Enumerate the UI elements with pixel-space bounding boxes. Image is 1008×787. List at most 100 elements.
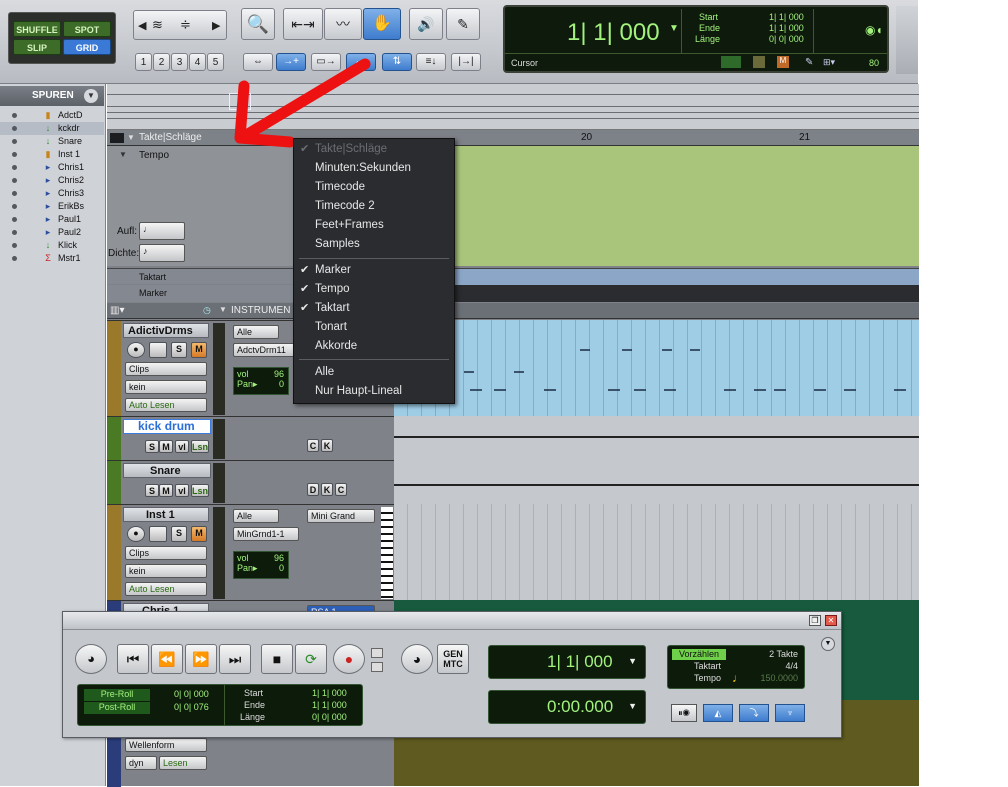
keyboard-focus-icon[interactable]: |→| bbox=[451, 53, 481, 71]
transport-menu-icon[interactable]: ▼ bbox=[821, 637, 835, 651]
return-to-zero-icon[interactable]: ⏮ bbox=[117, 644, 149, 674]
column-menu-icon[interactable]: ▼ bbox=[219, 305, 227, 314]
track-show-dot-icon[interactable] bbox=[12, 217, 17, 222]
inst1-monitor-button[interactable] bbox=[149, 526, 167, 542]
grid-icon[interactable]: ⊞▾ bbox=[823, 57, 835, 68]
go-to-end-icon[interactable]: ⏭ bbox=[219, 644, 251, 674]
fast-forward-icon[interactable]: ⏩ bbox=[185, 644, 217, 674]
zoom-preset-2[interactable]: 2 bbox=[153, 53, 170, 71]
snare-mute-button[interactable]: M bbox=[159, 484, 173, 497]
main-counter[interactable]: 1| 1| 000 bbox=[567, 19, 660, 47]
link-track-edit-icon[interactable]: ⇅ bbox=[382, 53, 412, 71]
trim-tool-icon[interactable]: ⇤⇥ bbox=[283, 8, 323, 40]
speaker-icon[interactable]: ◉◖ bbox=[865, 23, 883, 37]
track-name-kick-drum[interactable]: kick drum bbox=[123, 419, 211, 434]
sidebar-track-item[interactable]: ▮ Inst 1 bbox=[0, 148, 104, 161]
meter-ruler[interactable]: Taktart bbox=[107, 268, 919, 285]
preroll-toggle[interactable]: Pre-Roll bbox=[84, 689, 150, 701]
m-icon[interactable]: M bbox=[777, 56, 789, 68]
main-ruler[interactable]: ▼ Takte|Schläge 20 21 bbox=[107, 130, 919, 146]
menu-item-takte-schlaege[interactable]: ✔ Takte|Schläge bbox=[294, 140, 454, 159]
postroll-value[interactable]: 0| 0| 076 bbox=[174, 702, 209, 712]
sidebar-track-item[interactable]: ▸ Chris2 bbox=[0, 174, 104, 187]
track-show-dot-icon[interactable] bbox=[12, 191, 17, 196]
density-select[interactable]: ♪ bbox=[139, 244, 185, 262]
menu-item-akkorde[interactable]: Akkorde bbox=[294, 337, 454, 356]
window-close-icon[interactable]: ✕ bbox=[825, 615, 837, 626]
shuffle-mode-button[interactable]: SHUFFLE bbox=[13, 21, 61, 37]
track-view-select[interactable]: Clips bbox=[125, 362, 207, 376]
snare-insert-k[interactable]: K bbox=[321, 483, 333, 496]
sync-online-icon[interactable]: ◕ bbox=[401, 644, 433, 674]
sidebar-track-item[interactable]: ↓ kckdr bbox=[0, 122, 104, 135]
transport-length-value[interactable]: 0| 0| 000 bbox=[312, 712, 347, 722]
inst1-solo-button[interactable]: S bbox=[171, 526, 187, 542]
kick-mute-button[interactable]: M bbox=[159, 440, 173, 453]
count-off-value[interactable]: 2 Takte bbox=[769, 649, 798, 659]
inst1-clip-area[interactable] bbox=[394, 504, 919, 600]
volume-pan-display[interactable]: vol 96 Pan▸ 0 bbox=[233, 367, 289, 395]
online-button-icon[interactable]: ◕ bbox=[75, 644, 107, 674]
sidebar-track-item[interactable]: Σ Mstr1 bbox=[0, 252, 104, 265]
postroll-toggle[interactable]: Post-Roll bbox=[84, 702, 150, 714]
menu-item-tempo[interactable]: ✔ Tempo bbox=[294, 280, 454, 299]
stop-icon[interactable]: ■ bbox=[261, 644, 293, 674]
kick-solo-button[interactable]: S bbox=[145, 440, 159, 453]
waveform-zoom-icon[interactable]: ≋ bbox=[152, 17, 163, 33]
menu-item-tonart[interactable]: Tonart bbox=[294, 318, 454, 337]
inst1-volume-pan-display[interactable]: vol 96 Pan▸ 0 bbox=[233, 551, 289, 579]
track-show-dot-icon[interactable] bbox=[12, 139, 17, 144]
tempo-value[interactable]: 150.0000 bbox=[760, 673, 798, 683]
zoom-preset-3[interactable]: 3 bbox=[171, 53, 188, 71]
track-show-dot-icon[interactable] bbox=[12, 256, 17, 261]
menu-item-feet-frames[interactable]: Feet+Frames bbox=[294, 216, 454, 235]
resolution-select[interactable]: ♩ bbox=[139, 222, 185, 240]
menu-item-marker[interactable]: ✔ Marker bbox=[294, 261, 454, 280]
scrubber-speaker-tool-icon[interactable]: 🔊 bbox=[409, 8, 443, 40]
kick-insert-c[interactable]: C bbox=[307, 439, 319, 452]
inst1-automation-select[interactable]: Auto Lesen bbox=[125, 582, 207, 596]
sidebar-track-item[interactable]: ↓ Klick bbox=[0, 239, 104, 252]
menu-item-alle[interactable]: Alle bbox=[294, 363, 454, 382]
track-show-dot-icon[interactable] bbox=[12, 113, 17, 118]
ruler-menu-icon[interactable] bbox=[110, 133, 124, 143]
inst1-record-button[interactable]: ● bbox=[127, 526, 145, 542]
sync-icon[interactable] bbox=[721, 56, 741, 68]
spot-mode-button[interactable]: SPOT bbox=[63, 21, 111, 37]
vertical-zoom-icon[interactable]: ≑ bbox=[180, 17, 191, 33]
pencil-tool-icon[interactable]: ✎ bbox=[446, 8, 480, 40]
track-name-snare[interactable]: Snare bbox=[123, 463, 211, 478]
metronome-icon[interactable]: ◭ bbox=[703, 704, 733, 722]
automation-mode-select[interactable]: Auto Lesen bbox=[125, 398, 207, 412]
sidebar-track-item[interactable]: ▸ Chris1 bbox=[0, 161, 104, 174]
inst1-height-select[interactable]: kein bbox=[125, 564, 207, 578]
sidebar-track-item[interactable]: ▮ AdctD bbox=[0, 109, 104, 122]
adictiv-clip-area[interactable] bbox=[394, 320, 919, 416]
track-show-dot-icon[interactable] bbox=[12, 204, 17, 209]
rewind-icon[interactable]: ⏪ bbox=[151, 644, 183, 674]
transport-sub-counter[interactable]: 0:00.000 ▼ bbox=[488, 690, 646, 724]
wait-for-note-icon[interactable]: ⏸◉ bbox=[671, 704, 697, 722]
zoom-preset-5[interactable]: 5 bbox=[207, 53, 224, 71]
tempo-graph[interactable] bbox=[454, 146, 919, 266]
transport-main-counter[interactable]: 1| 1| 000 ▼ bbox=[488, 645, 646, 679]
mute-button[interactable]: M bbox=[191, 342, 207, 358]
zoom-preset-4[interactable]: 4 bbox=[189, 53, 206, 71]
transport-option-1[interactable] bbox=[371, 648, 383, 658]
sub-counter-dropdown-icon[interactable]: ▼ bbox=[628, 701, 637, 711]
conductor-icon[interactable]: ♆ bbox=[775, 704, 805, 722]
transport-start-value[interactable]: 1| 1| 000 bbox=[312, 688, 347, 698]
sidebar-track-item[interactable]: ↓ Snare bbox=[0, 135, 104, 148]
snare-listen-button[interactable]: Lsn bbox=[191, 484, 209, 497]
preroll-value[interactable]: 0| 0| 000 bbox=[174, 689, 209, 699]
track-show-dot-icon[interactable] bbox=[12, 165, 17, 170]
snare-insert-d[interactable]: D bbox=[307, 483, 319, 496]
menu-item-timecode-2[interactable]: Timecode 2 bbox=[294, 197, 454, 216]
track-show-dot-icon[interactable] bbox=[12, 126, 17, 131]
grid-mode-button[interactable]: GRID bbox=[63, 39, 111, 55]
menu-item-taktart[interactable]: ✔ Taktart bbox=[294, 299, 454, 318]
gen-mtc-button[interactable]: GEN MTC bbox=[437, 644, 469, 674]
kick-listen-button[interactable]: Lsn bbox=[191, 440, 209, 453]
track-show-dot-icon[interactable] bbox=[12, 152, 17, 157]
counter-length-value[interactable]: 0| 0| 000 bbox=[769, 34, 804, 44]
